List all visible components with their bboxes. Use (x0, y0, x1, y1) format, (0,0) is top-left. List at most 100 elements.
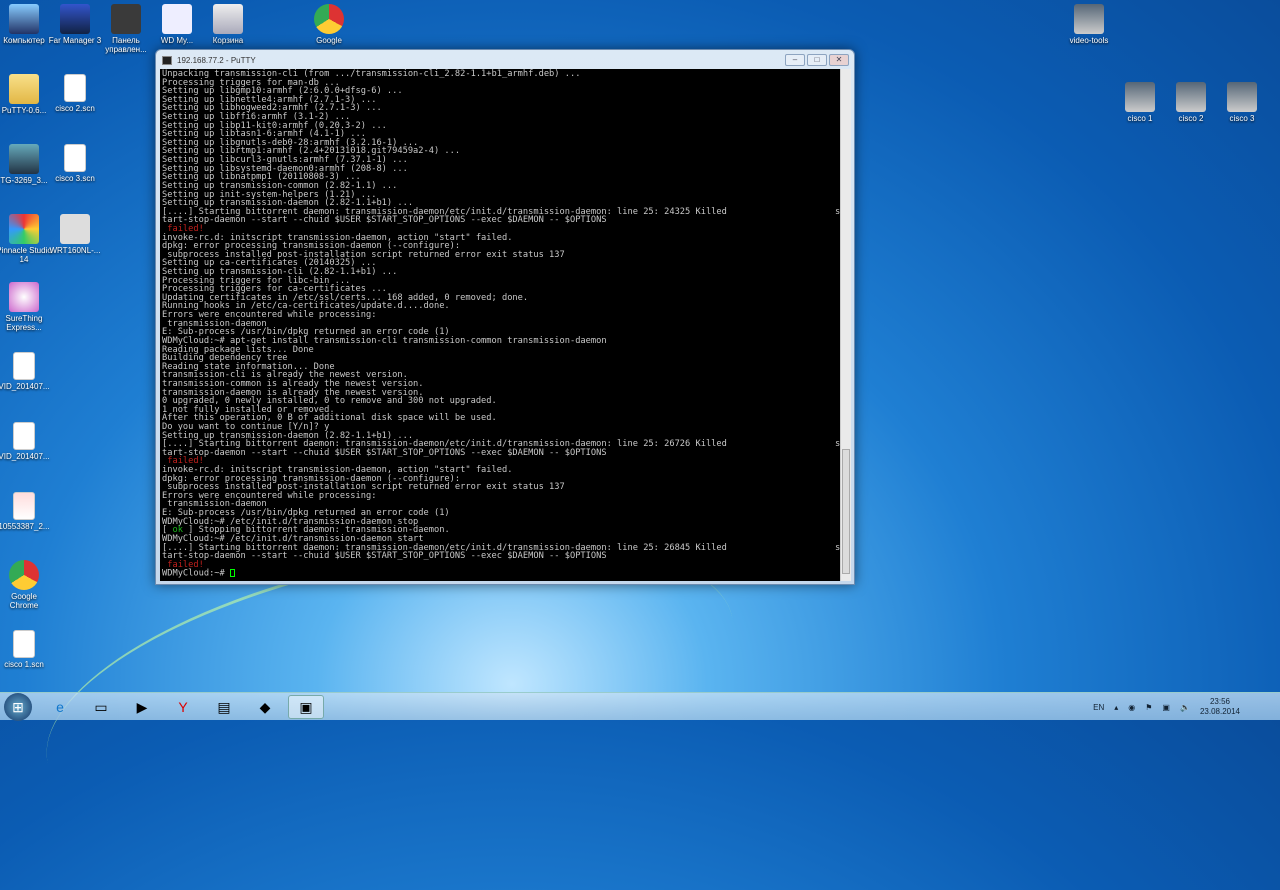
terminal-line: tart-stop-daemon --start --chuid $USER $… (162, 551, 607, 562)
taskbar-yandex-browser-icon[interactable]: Y (165, 695, 201, 719)
desktop-icon[interactable]: Google (301, 4, 357, 45)
trash-icon (213, 4, 243, 34)
close-button[interactable]: ✕ (829, 54, 849, 66)
desktop-icon[interactable]: Панель управлен... (98, 4, 154, 54)
surething-icon (9, 282, 39, 312)
volume-icon[interactable]: 🔈 (1180, 703, 1190, 712)
desktop-icon[interactable]: WD My... (149, 4, 205, 45)
cloud-icon (111, 4, 141, 34)
scrollbar-thumb[interactable] (842, 449, 850, 574)
pinnacle-icon (9, 214, 39, 244)
desktop-icon[interactable]: TG-3269_3... (0, 144, 52, 185)
desktop-icon-label: Корзина (212, 36, 244, 45)
desktop-icon-label: Far Manager 3 (48, 36, 102, 45)
desktop-icon[interactable]: cisco 3.scn (47, 144, 103, 183)
terminal-line: WDMyCloud:~# (162, 569, 838, 578)
desktop-icon[interactable]: SureThing Express... (0, 282, 52, 332)
desktop-icon-label: 10553387_2... (0, 522, 50, 531)
desktop-icon-label: Google (316, 36, 342, 45)
desktop-icon-label: Компьютер (3, 36, 45, 45)
desktop-icon-label: Google Chrome (9, 592, 39, 610)
desktop-icon-label: WD My... (160, 36, 194, 45)
video-icon (1227, 82, 1257, 112)
terminal-cursor (230, 569, 235, 578)
desktop-icon[interactable]: video-tools (1061, 4, 1117, 45)
file-icon (64, 144, 86, 172)
desktop-icon[interactable]: 10553387_2... (0, 492, 52, 531)
terminal-line: tart-stop-daemon --start --chuid $USER $… (162, 447, 607, 458)
desktop-icon-label: SureThing Express... (5, 314, 43, 332)
scrollbar[interactable] (840, 69, 851, 581)
router-icon (60, 214, 90, 244)
date: 23.08.2014 (1199, 707, 1240, 716)
desktop-icon[interactable]: Google Chrome (0, 560, 52, 610)
taskbar-app-icon[interactable]: ◆ (247, 695, 283, 719)
desktop-icon[interactable]: cisco 3 (1214, 82, 1270, 123)
taskbar-explorer-icon[interactable]: ▭ (83, 695, 119, 719)
display-icon[interactable]: ▣ (1162, 703, 1170, 712)
terminal-output[interactable]: Unpacking transmission-cli (from .../tra… (160, 69, 840, 581)
video-icon (1125, 82, 1155, 112)
file-icon (13, 422, 35, 450)
desktop-icon[interactable]: cisco 1 (1112, 82, 1168, 123)
folder-icon (9, 74, 39, 104)
doc-icon (13, 492, 35, 520)
taskbar-internet-explorer-icon[interactable]: e (42, 695, 78, 719)
desktop-icon-label: Pinnacle Studio 14 (0, 246, 52, 264)
taskbar: ⊞ e ▭ ▶ Y ▤ ◆ ▣ EN ▴ ◉ ⚑ ▣ 🔈 23:56 23.08.2014 (0, 692, 1280, 721)
desktop-icon[interactable]: Pinnacle Studio 14 (0, 214, 52, 264)
taskbar-media-player-icon[interactable]: ▶ (124, 695, 160, 719)
start-button[interactable]: ⊞ (4, 693, 32, 721)
putty-window[interactable]: 192.168.77.2 - PuTTY – □ ✕ Unpacking tra… (155, 49, 855, 585)
desktop-icon[interactable]: WRT160NL-... (47, 214, 103, 255)
chrome-icon (314, 4, 344, 34)
file-icon (13, 352, 35, 380)
desktop-icon-label: cisco 3.scn (55, 174, 95, 183)
title-bar[interactable]: 192.168.77.2 - PuTTY (156, 50, 854, 70)
desktop-icon-label: Панель управлен... (105, 36, 147, 54)
desktop-icon-label: cisco 2.scn (55, 104, 95, 113)
terminal-line: tart-stop-daemon --start --chuid $USER $… (162, 215, 607, 226)
desktop-icon-label: TG-3269_3... (0, 176, 48, 185)
desktop-icon[interactable]: VID_201407... (0, 422, 52, 461)
image-icon (9, 144, 39, 174)
file-icon (13, 630, 35, 658)
time: 23:56 (1209, 697, 1230, 706)
taskbar-putty-icon[interactable]: ▣ (288, 695, 324, 719)
file-icon (64, 74, 86, 102)
show-hidden-icons[interactable]: ▴ (1114, 703, 1118, 712)
computer-icon (9, 4, 39, 34)
desktop-icon[interactable]: cisco 2 (1163, 82, 1219, 123)
taskbar-document-icon[interactable]: ▤ (206, 695, 242, 719)
putty-icon (162, 55, 172, 65)
minimize-button[interactable]: – (785, 54, 805, 66)
network-icon[interactable]: ◉ (1128, 703, 1135, 712)
desktop-icon-label: PuTTY-0.6... (1, 106, 47, 115)
language-indicator[interactable]: EN (1093, 703, 1104, 712)
desktop-icon[interactable]: cisco 2.scn (47, 74, 103, 113)
video-icon (1074, 4, 1104, 34)
chrome-icon (9, 560, 39, 590)
desktop-icon-label: video-tools (1069, 36, 1109, 45)
desktop-icon-label: cisco 1 (1127, 114, 1153, 123)
desktop-icon-label: cisco 2 (1178, 114, 1204, 123)
clock[interactable]: 23:56 23.08.2014 (1200, 697, 1240, 717)
maximize-button[interactable]: □ (807, 54, 827, 66)
far-icon (60, 4, 90, 34)
system-tray: EN ▴ ◉ ⚑ ▣ 🔈 23:56 23.08.2014 (1093, 697, 1240, 717)
desktop-icon-label: VID_201407... (0, 382, 50, 391)
desktop-icon[interactable]: PuTTY-0.6... (0, 74, 52, 115)
flag-icon[interactable]: ⚑ (1145, 703, 1152, 712)
desktop-icon-label: VID_201407... (0, 452, 50, 461)
video-icon (1176, 82, 1206, 112)
terminal-line: failed! (162, 559, 204, 570)
desktop-icon[interactable]: Far Manager 3 (47, 4, 103, 45)
wd-icon (162, 4, 192, 34)
desktop-icon[interactable]: Корзина (200, 4, 256, 45)
desktop-icon-label: WRT160NL-... (49, 246, 101, 255)
desktop-icon-label: cisco 1.scn (4, 660, 44, 669)
desktop-icon[interactable]: VID_201407... (0, 352, 52, 391)
desktop-icon[interactable]: cisco 1.scn (0, 630, 52, 669)
desktop-icon-label: cisco 3 (1229, 114, 1255, 123)
desktop-icon[interactable]: Компьютер (0, 4, 52, 45)
